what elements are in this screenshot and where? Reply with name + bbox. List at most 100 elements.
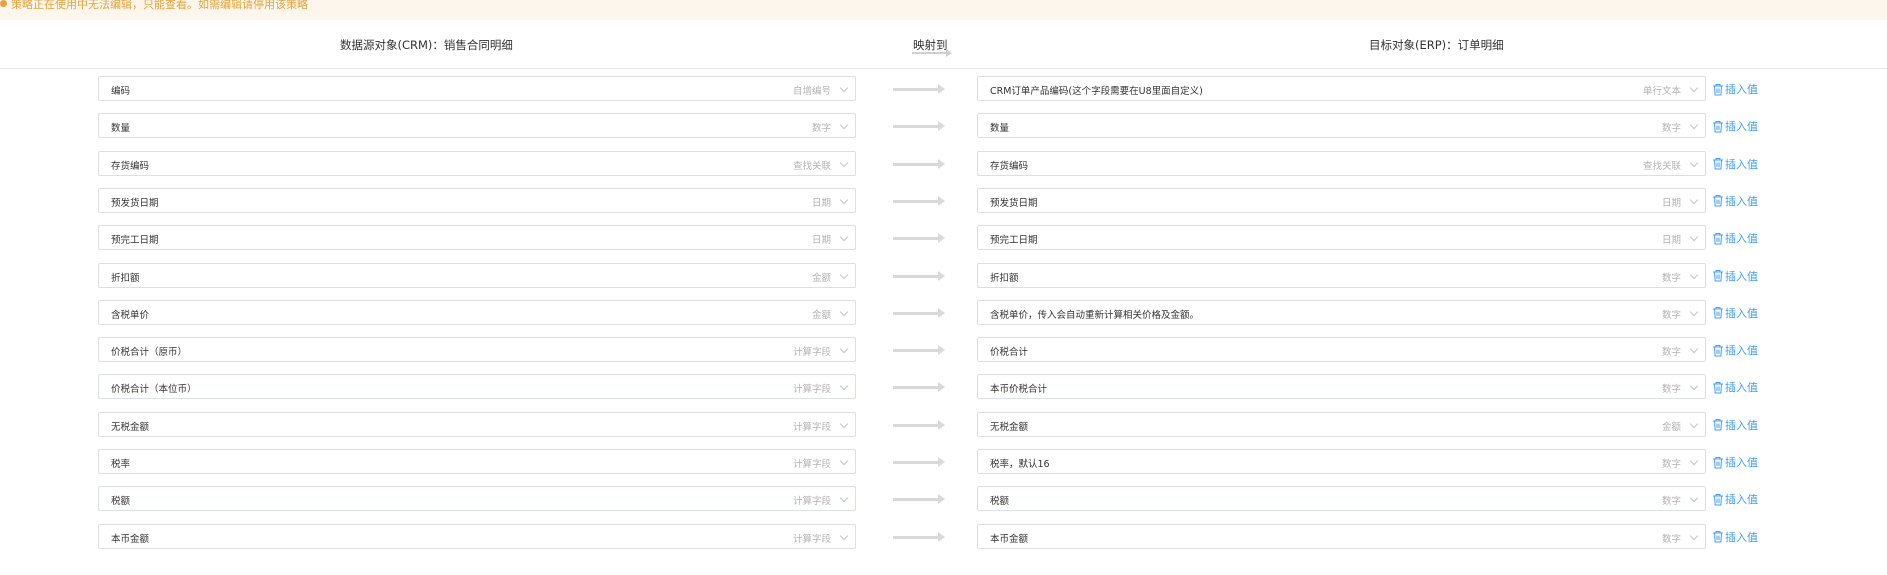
target-field-select[interactable]: 本币价税合计 数字 [977, 374, 1706, 400]
insert-value-button[interactable]: 插入值 [1712, 417, 1758, 433]
chevron-down-icon [839, 158, 849, 167]
insert-value-button[interactable]: 插入值 [1712, 193, 1758, 209]
target-field-select[interactable]: 折扣额 数字 [977, 262, 1706, 288]
source-field-select[interactable]: 价税合计（原币） 计算字段 [98, 337, 856, 363]
source-field-name: 本币金额 [111, 533, 150, 545]
insert-value-button[interactable]: 插入值 [1712, 81, 1758, 97]
trash-icon [1713, 493, 1723, 506]
source-field-type: 数字 [811, 123, 831, 135]
source-field-select[interactable]: 存货编码 查找关联 [98, 150, 856, 176]
source-field-select[interactable]: 预完工日期 日期 [98, 225, 856, 251]
mapping-row: 编码 自增编号 CRM订单产品编码(这个字段需要在U8里面自定义) 单行文本 插入值 [0, 76, 1887, 103]
source-object-title: 数据源对象(CRM)：销售合同明细 [340, 38, 513, 52]
target-object-title: 目标对象(ERP)：订单明细 [1369, 38, 1504, 52]
target-field-select[interactable]: 无税金额 金额 [977, 411, 1706, 437]
target-field-select[interactable]: 数量 数字 [977, 113, 1706, 139]
chevron-down-icon [839, 232, 849, 242]
target-field-select[interactable]: 本币金额 数字 [977, 523, 1706, 549]
source-field-name: 价税合计（原币） [111, 347, 188, 359]
insert-value-label: 插入值 [1725, 381, 1758, 395]
insert-value-button[interactable]: 插入值 [1712, 118, 1758, 134]
source-field-select[interactable]: 数量 数字 [98, 113, 856, 139]
arrow-right-icon [893, 531, 945, 542]
source-field-select[interactable]: 价税合计（本位币） 计算字段 [98, 374, 856, 400]
source-field-type: 自增编号 [792, 86, 831, 97]
target-field-type: 数字 [1661, 347, 1681, 359]
arrow-right-icon [893, 233, 945, 244]
source-field-type: 金额 [811, 272, 831, 284]
target-field-select[interactable]: 含税单价，传入会自动重新计算相关价格及金额。 数字 [977, 299, 1706, 325]
insert-value-label: 插入值 [1725, 232, 1758, 246]
target-field-select[interactable]: 存货编码 查找关联 [977, 150, 1706, 176]
mapping-row: 存货编码 查找关联 存货编码 查找关联 插入值 [0, 150, 1887, 178]
target-field-select[interactable]: 价税合计 数字 [977, 337, 1706, 363]
target-field-name: 含税单价，传入会自动重新计算相关价格及金额。 [990, 309, 1200, 321]
chevron-down-icon [839, 419, 849, 428]
source-field-select[interactable]: 无税金额 计算字段 [98, 411, 856, 437]
source-field-name: 价税合计（本位币） [111, 384, 197, 396]
chevron-down-icon [839, 195, 849, 205]
target-field-name: 预完工日期 [990, 235, 1038, 247]
warning-icon [0, 0, 7, 7]
source-field-select[interactable]: 折扣额 金额 [98, 262, 856, 288]
chevron-down-icon [1689, 158, 1699, 167]
source-field-select[interactable]: 本币金额 计算字段 [98, 523, 856, 549]
trash-icon [1713, 419, 1723, 431]
source-field-select[interactable]: 含税单价 金额 [98, 299, 856, 325]
insert-value-label: 插入值 [1725, 456, 1758, 469]
insert-value-button[interactable]: 插入值 [1712, 529, 1758, 545]
insert-value-button[interactable]: 插入值 [1712, 379, 1758, 395]
source-field-type: 计算字段 [792, 496, 831, 508]
chevron-down-icon [839, 121, 849, 130]
arrow-right-icon [893, 494, 945, 505]
insert-value-label: 插入值 [1725, 83, 1758, 96]
trash-icon [1713, 531, 1723, 543]
insert-value-button[interactable]: 插入值 [1712, 342, 1758, 358]
insert-value-label: 插入值 [1725, 194, 1758, 208]
target-field-select[interactable]: 预发货日期 日期 [977, 187, 1706, 213]
source-field-name: 税额 [111, 496, 131, 508]
insert-value-label: 插入值 [1725, 530, 1758, 544]
source-field-type: 金额 [811, 309, 831, 321]
target-field-select[interactable]: 预完工日期 日期 [977, 225, 1706, 251]
chevron-down-icon [1689, 232, 1699, 242]
target-field-select[interactable]: 税额 数字 [977, 486, 1706, 512]
trash-icon [1713, 158, 1723, 170]
source-field-select[interactable]: 税率 计算字段 [98, 449, 856, 474]
target-field-select[interactable]: CRM订单产品编码(这个字段需要在U8里面自定义) 单行文本 [977, 76, 1706, 101]
insert-value-button[interactable]: 插入值 [1712, 268, 1758, 284]
insert-value-label: 插入值 [1725, 157, 1758, 171]
chevron-down-icon [839, 307, 849, 317]
target-field-name: 价税合计 [990, 347, 1029, 359]
target-field-type: 数字 [1661, 496, 1681, 508]
trash-icon [1713, 456, 1723, 468]
insert-value-button[interactable]: 插入值 [1712, 156, 1758, 172]
source-field-select[interactable]: 税额 计算字段 [98, 486, 856, 512]
target-field-type: 数字 [1661, 533, 1681, 545]
chevron-down-icon [839, 531, 849, 540]
arrow-right-icon [893, 84, 945, 94]
target-field-type: 数字 [1661, 384, 1681, 396]
target-field-name: 无税金额 [990, 421, 1029, 433]
insert-value-button[interactable]: 插入值 [1712, 491, 1758, 507]
target-field-type: 数字 [1661, 272, 1681, 284]
arrow-right-icon [893, 382, 945, 393]
chevron-down-icon [839, 382, 849, 391]
source-field-type: 日期 [811, 197, 831, 209]
chevron-down-icon [1689, 270, 1699, 279]
target-field-select[interactable]: 税率，默认16 数字 [977, 449, 1706, 474]
mapping-row: 价税合计（原币） 计算字段 价税合计 数字 插入值 [0, 337, 1887, 364]
source-field-type: 查找关联 [792, 160, 831, 172]
mapping-row: 税率 计算字段 税率，默认16 数字 插入值 [0, 449, 1887, 476]
chevron-down-icon [1689, 344, 1699, 354]
source-field-name: 编码 [111, 86, 131, 97]
source-field-name: 无税金额 [111, 421, 150, 433]
mapping-row: 税额 计算字段 税额 数字 插入值 [0, 486, 1887, 513]
chevron-down-icon [839, 494, 849, 503]
source-field-select[interactable]: 预发货日期 日期 [98, 187, 856, 213]
source-field-select[interactable]: 编码 自增编号 [98, 76, 856, 101]
target-field-name: 税率，默认16 [990, 459, 1050, 470]
insert-value-button[interactable]: 插入值 [1712, 454, 1758, 470]
insert-value-button[interactable]: 插入值 [1712, 305, 1758, 321]
insert-value-button[interactable]: 插入值 [1712, 230, 1758, 246]
